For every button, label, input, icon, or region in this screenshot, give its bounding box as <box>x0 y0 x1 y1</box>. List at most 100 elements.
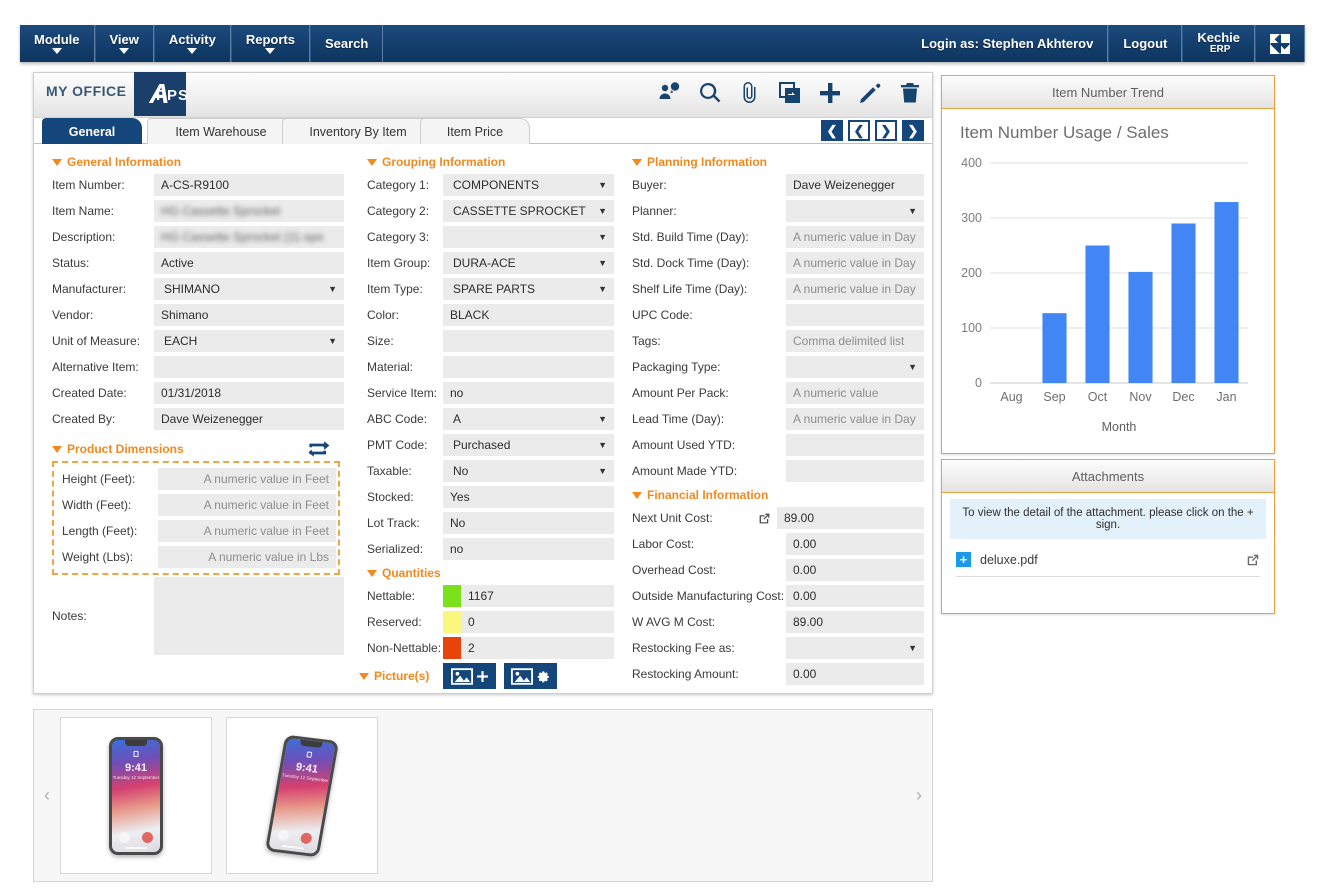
section-financial-information[interactable]: Financial Information <box>632 488 924 502</box>
field-category-1-select[interactable]: COMPONENTS <box>443 174 614 196</box>
field-amount-per-pack-input[interactable]: A numeric value <box>786 382 924 404</box>
chevron-left-icon[interactable]: ‹ <box>34 785 60 806</box>
field-description: Description: HG Cassette Sprocket (11-sp… <box>44 226 344 248</box>
next-record-button[interactable]: ❯ <box>875 120 897 141</box>
field-planner-select[interactable] <box>786 200 924 222</box>
section-product-dimensions[interactable]: Product Dimensions <box>52 442 344 456</box>
field-category-2-select[interactable]: CASSETTE SPROCKET <box>443 200 614 222</box>
field-item-number: Item Number: A-CS-R9100 <box>44 174 344 196</box>
field-taxable-select[interactable]: No <box>443 460 614 482</box>
field-packaging-type-select[interactable] <box>786 356 924 378</box>
field-restocking-amount-value[interactable]: 0.00 <box>786 663 924 685</box>
field-std-dock-time: Std. Dock Time (Day): A numeric value in… <box>624 252 924 274</box>
tab-item-warehouse[interactable]: Item Warehouse <box>147 118 295 144</box>
first-record-button[interactable]: ❮ <box>821 120 843 141</box>
edit-pencil-icon[interactable] <box>858 80 882 106</box>
field-std-build-time-input[interactable]: A numeric value in Day <box>786 226 924 248</box>
field-stocked-value[interactable]: Yes <box>443 486 614 508</box>
delete-trash-icon[interactable] <box>898 80 922 106</box>
carousel-thumbnail[interactable]: 9:41 Tuesday 12 September <box>226 717 378 874</box>
copy-duplicate-icon[interactable] <box>778 80 802 106</box>
nav-menu-module[interactable]: Module <box>20 25 95 62</box>
field-width-input[interactable]: A numeric value in Feet <box>158 494 336 516</box>
field-length-input[interactable]: A numeric value in Feet <box>158 520 336 542</box>
field-shelf-life-time-input[interactable]: A numeric value in Day <box>786 278 924 300</box>
field-tags-input[interactable]: Comma delimited list <box>786 330 924 352</box>
recycle-refresh-icon[interactable] <box>306 440 332 458</box>
field-outside-manufacturing-cost-label: Outside Manufacturing Cost: <box>624 589 786 603</box>
previous-record-button[interactable]: ❮ <box>848 120 870 141</box>
field-vendor-value[interactable]: Shimano <box>154 304 344 326</box>
field-category-3-select[interactable] <box>443 226 614 248</box>
add-picture-button[interactable] <box>443 663 496 689</box>
field-lead-time-input[interactable]: A numeric value in Day <box>786 408 924 430</box>
field-upc-code-value[interactable] <box>786 304 924 326</box>
field-item-number-value[interactable]: A-CS-R9100 <box>154 174 344 196</box>
nav-menu-activity[interactable]: Activity <box>154 25 231 62</box>
field-buyer-value[interactable]: Dave Weizenegger <box>786 174 924 196</box>
field-item-type-select[interactable]: SPARE PARTS <box>443 278 614 300</box>
field-amount-used-ytd-value[interactable] <box>786 434 924 456</box>
field-unit-of-measure-select[interactable]: EACH <box>154 330 344 352</box>
field-manufacturer-select[interactable]: SHIMANO <box>154 278 344 300</box>
section-quantities[interactable]: Quantities <box>367 566 614 580</box>
field-restocking-fee-as-select[interactable] <box>786 637 924 659</box>
field-size-value[interactable] <box>443 330 614 352</box>
field-weight-input[interactable]: A numeric value in Lbs <box>158 546 336 568</box>
fullscreen-toggle-button[interactable] <box>1255 25 1305 62</box>
field-notes-textarea[interactable] <box>154 577 344 655</box>
attachment-list-item[interactable]: + deluxe.pdf <box>956 552 1260 577</box>
nav-menu-search[interactable]: Search <box>310 25 383 62</box>
field-item-name-value[interactable]: HG Cassette Sprocket <box>154 200 344 222</box>
field-nettable-value[interactable]: 1167 <box>461 585 614 607</box>
tab-inventory-by-item[interactable]: Inventory By Item <box>282 118 434 144</box>
tab-general[interactable]: General <box>42 118 142 144</box>
field-status-value[interactable]: Active <box>154 252 344 274</box>
tab-item-price[interactable]: Item Price <box>420 118 530 144</box>
section-planning-information[interactable]: Planning Information <box>632 155 924 169</box>
picture-settings-button[interactable] <box>504 663 557 689</box>
last-record-button[interactable]: ❯ <box>902 120 924 141</box>
field-overhead-cost-value[interactable]: 0.00 <box>786 559 924 581</box>
field-labor-cost-value[interactable]: 0.00 <box>786 533 924 555</box>
field-std-build-time: Std. Build Time (Day): A numeric value i… <box>624 226 924 248</box>
attachment-paperclip-icon[interactable] <box>738 80 762 106</box>
users-chat-icon[interactable] <box>658 80 682 106</box>
field-material-value[interactable] <box>443 356 614 378</box>
field-item-group-select[interactable]: DURA-ACE <box>443 252 614 274</box>
search-icon[interactable] <box>698 80 722 106</box>
field-color-value[interactable]: BLACK <box>443 304 614 326</box>
field-outside-manufacturing-cost-value[interactable]: 0.00 <box>786 585 924 607</box>
field-height-input[interactable]: A numeric value in Feet <box>158 468 336 490</box>
field-abc-code-select[interactable]: A <box>443 408 614 430</box>
field-lot-track-value[interactable]: No <box>443 512 614 534</box>
field-w-avg-m-cost-value[interactable]: 89.00 <box>786 611 924 633</box>
field-service-item-value[interactable]: no <box>443 382 614 404</box>
external-link-icon[interactable] <box>758 512 771 525</box>
plus-expand-icon[interactable]: + <box>956 552 971 567</box>
field-reserved-value[interactable]: 0 <box>461 611 614 633</box>
carousel-thumbnail[interactable]: 9:41 Tuesday 12 September <box>60 717 212 874</box>
field-amount-made-ytd-value[interactable] <box>786 460 924 482</box>
external-link-icon[interactable] <box>1246 553 1260 567</box>
nav-menu-view[interactable]: View <box>95 25 154 62</box>
section-grouping-information[interactable]: Grouping Information <box>367 155 614 169</box>
field-std-dock-time-input[interactable]: A numeric value in Day <box>786 252 924 274</box>
field-next-unit-cost-value[interactable]: 89.00 <box>777 507 924 529</box>
brand-suffix: ERP <box>1210 45 1231 56</box>
chevron-down-icon <box>52 48 62 54</box>
field-created-date-value[interactable]: 01/31/2018 <box>154 382 344 404</box>
add-plus-icon[interactable] <box>818 80 842 106</box>
chevron-right-icon[interactable]: › <box>906 785 932 806</box>
field-status-label: Status: <box>44 256 154 270</box>
field-created-by-value[interactable]: Dave Weizenegger <box>154 408 344 430</box>
field-description-value[interactable]: HG Cassette Sprocket (11-spe <box>154 226 344 248</box>
field-pmt-code-select[interactable]: Purchased <box>443 434 614 456</box>
logout-button[interactable]: Logout <box>1108 25 1182 62</box>
field-alternative-item-value[interactable] <box>154 356 344 378</box>
section-pictures[interactable]: Picture(s) <box>359 669 429 683</box>
field-serialized-value[interactable]: no <box>443 538 614 560</box>
section-general-information[interactable]: General Information <box>52 155 344 169</box>
nav-menu-reports[interactable]: Reports <box>231 25 310 62</box>
field-non-nettable-value[interactable]: 2 <box>461 637 614 659</box>
